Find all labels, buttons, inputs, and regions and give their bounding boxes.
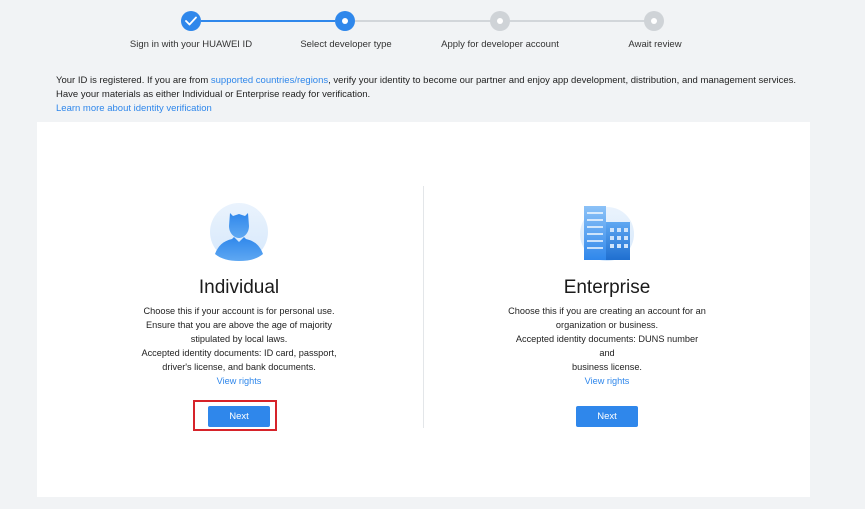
intro-line-1-prefix: Your ID is registered. If you are from — [56, 75, 211, 86]
developer-type-panel: Individual Choose this if your account i… — [37, 122, 810, 497]
intro-line-1: Your ID is registered. If you are from s… — [56, 74, 846, 88]
step-2-current-icon — [335, 11, 355, 31]
step-1-label: Sign in with your HUAWEI ID — [129, 39, 253, 50]
enterprise-description: Choose this if you are creating an accou… — [507, 304, 707, 388]
step-3-label: Apply for developer account — [441, 39, 559, 50]
individual-desc-line: Choose this if your account is for perso… — [143, 306, 335, 316]
individual-desc-line: driver's license, and bank documents. — [162, 362, 316, 372]
step-connector-3 — [510, 20, 645, 22]
individual-desc-line: Accepted identity documents: ID card, pa… — [141, 348, 337, 358]
individual-description: Choose this if your account is for perso… — [139, 304, 339, 388]
step-connector-2 — [355, 20, 491, 22]
step-4-pending-icon — [644, 11, 664, 31]
enterprise-desc-line: Accepted identity documents: DUNS number… — [515, 334, 699, 358]
individual-next-button[interactable]: Next — [208, 406, 270, 427]
progress-stepper: Sign in with your HUAWEI ID Select devel… — [0, 0, 865, 60]
learn-more-link[interactable]: Learn more about identity verification — [56, 103, 212, 114]
person-icon — [205, 202, 273, 262]
enterprise-title: Enterprise — [563, 277, 651, 298]
individual-desc-line: stipulated by local laws. — [190, 334, 288, 344]
enterprise-next-button[interactable]: Next — [576, 406, 638, 427]
intro-text: Your ID is registered. If you are from s… — [56, 74, 846, 116]
enterprise-view-rights-link[interactable]: View rights — [585, 374, 630, 388]
step-connector-1 — [201, 20, 335, 22]
individual-title: Individual — [198, 277, 280, 298]
step-4-label: Await review — [628, 39, 682, 50]
individual-view-rights-link[interactable]: View rights — [217, 374, 262, 388]
enterprise-desc-line: business license. — [572, 362, 642, 372]
step-3-pending-icon — [490, 11, 510, 31]
card-divider — [423, 186, 424, 428]
enterprise-desc-line: Choose this if you are creating an accou… — [508, 306, 706, 316]
individual-desc-line: Ensure that you are above the age of maj… — [146, 320, 332, 330]
step-1-checkmark-icon — [181, 11, 201, 31]
enterprise-desc-line: organization or business. — [555, 320, 659, 330]
intro-line-1-suffix: , verify your identity to become our par… — [328, 75, 797, 86]
step-2-label: Select developer type — [300, 39, 392, 50]
building-icon — [573, 202, 641, 262]
supported-regions-link[interactable]: supported countries/regions — [211, 75, 328, 86]
intro-line-2: Have your materials as either Individual… — [56, 89, 371, 100]
